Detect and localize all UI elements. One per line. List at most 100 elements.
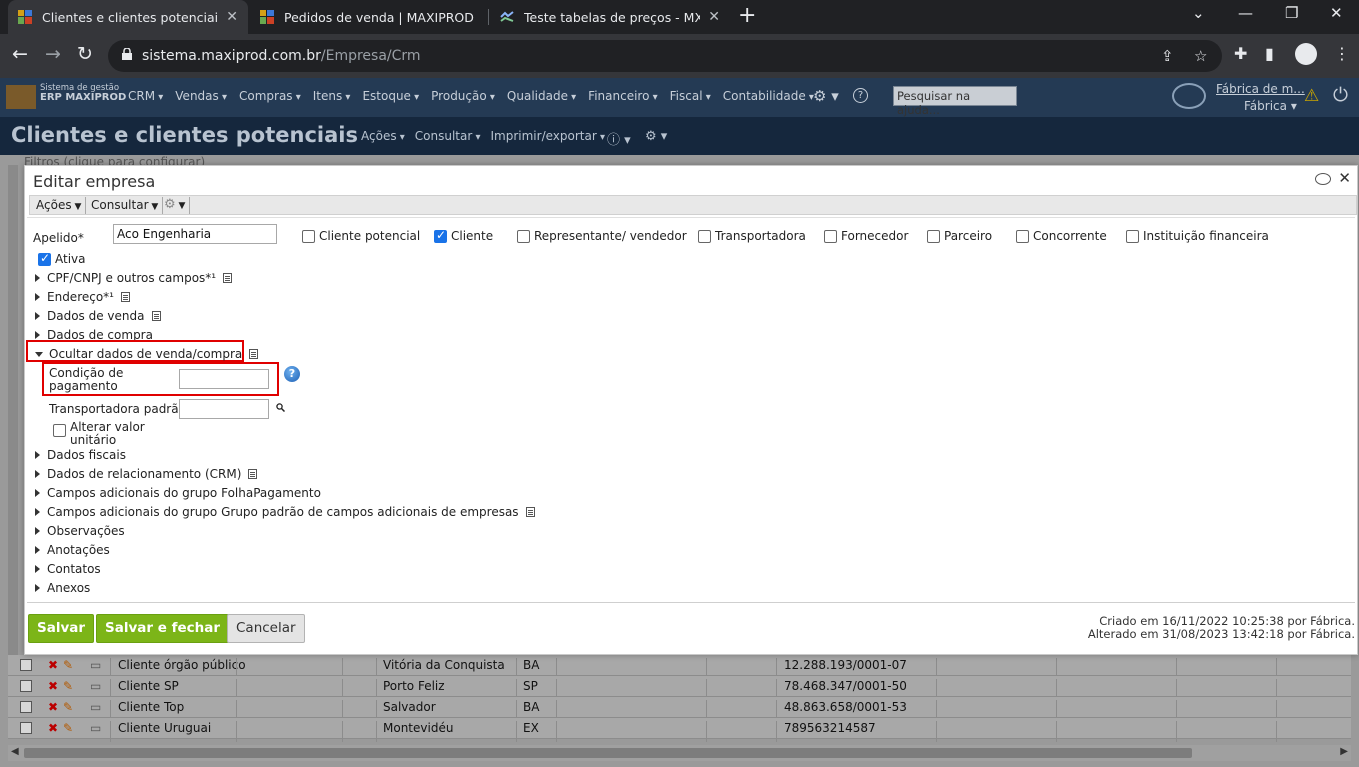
- help-search-input[interactable]: Pesquisar na ajuda...: [893, 86, 1017, 117]
- page-menu-consultar[interactable]: Consultar: [415, 129, 481, 143]
- page-menu-imprimir[interactable]: Imprimir/exportar: [491, 129, 605, 143]
- checkbox-cliente-potencial[interactable]: Cliente potencial: [302, 229, 420, 243]
- section-dados-venda[interactable]: Dados de venda: [35, 309, 161, 323]
- back-icon[interactable]: ←: [12, 43, 28, 65]
- print-icon[interactable]: ▭: [90, 721, 101, 735]
- row-checkbox[interactable]: [20, 680, 32, 692]
- browser-tab-pedidos[interactable]: Pedidos de venda | MAXIPROD: [250, 0, 488, 34]
- search-icon[interactable]: [276, 403, 285, 412]
- logout-power-icon[interactable]: ⏻: [1333, 84, 1348, 106]
- minimize-icon[interactable]: —: [1238, 4, 1253, 22]
- forward-icon[interactable]: →: [45, 43, 61, 65]
- chat-icon[interactable]: [1172, 83, 1206, 109]
- section-campos-grupo-padrao[interactable]: Campos adicionais do grupo Grupo padrão …: [35, 505, 535, 519]
- extensions-icon[interactable]: ✚: [1234, 44, 1247, 63]
- share-icon[interactable]: ⇪: [1161, 47, 1174, 65]
- notes-icon[interactable]: [121, 292, 130, 302]
- scroll-left-icon[interactable]: ◀: [11, 746, 19, 757]
- row-checkbox[interactable]: [20, 701, 32, 713]
- table-row[interactable]: ✖ ✎ ▭ Cliente Top Salvador BA 48.863.658…: [8, 697, 1351, 721]
- checkbox-alterar-valor-unitario[interactable]: Alterar valor unitário: [53, 421, 145, 447]
- menu-financeiro[interactable]: Financeiro: [588, 89, 657, 103]
- page-menu-acoes[interactable]: Ações: [361, 129, 405, 143]
- section-cpf-cnpj[interactable]: CPF/CNPJ e outros campos*¹: [35, 271, 233, 285]
- close-window-icon[interactable]: ✕: [1330, 4, 1343, 22]
- restore-icon[interactable]: ❐: [1285, 4, 1298, 22]
- help-icon[interactable]: ?: [284, 366, 300, 382]
- section-dados-relacionamento[interactable]: Dados de relacionamento (CRM): [35, 467, 258, 481]
- menu-estoque[interactable]: Estoque: [362, 89, 419, 103]
- reload-icon[interactable]: ↻: [77, 43, 93, 65]
- menu-producao[interactable]: Produção: [431, 89, 495, 103]
- print-icon[interactable]: ▭: [90, 679, 101, 693]
- close-tab-icon[interactable]: ✕: [708, 9, 720, 25]
- condicao-pagamento-input[interactable]: [179, 369, 269, 389]
- checkbox-instituicao-financeira[interactable]: Instituição financeira: [1126, 229, 1269, 243]
- comment-icon[interactable]: [1315, 173, 1331, 185]
- edit-pencil-icon[interactable]: ✎: [63, 658, 73, 672]
- settings-gear-icon[interactable]: ⚙ ▾: [813, 87, 839, 105]
- horizontal-scrollbar[interactable]: ◀ ▶: [8, 745, 1351, 761]
- profile-avatar[interactable]: [1295, 43, 1317, 65]
- section-endereco[interactable]: Endereço*¹: [35, 290, 130, 304]
- toolbar-gear-icon[interactable]: ⚙: [160, 197, 191, 214]
- edit-pencil-icon[interactable]: ✎: [63, 700, 73, 714]
- edit-pencil-icon[interactable]: ✎: [63, 679, 73, 693]
- close-tab-icon[interactable]: ✕: [226, 9, 238, 25]
- notes-icon[interactable]: [525, 507, 535, 517]
- checkbox-parceiro[interactable]: Parceiro: [927, 229, 992, 243]
- warning-icon[interactable]: ⚠: [1304, 86, 1319, 106]
- browser-tab-clientes[interactable]: Clientes e clientes potenciais | Ma ✕: [8, 0, 248, 34]
- section-anotacoes[interactable]: Anotações: [35, 543, 110, 557]
- section-dados-fiscais[interactable]: Dados fiscais: [35, 448, 126, 462]
- page-help-icon[interactable]: ⓘ ▾: [607, 129, 631, 148]
- menu-compras[interactable]: Compras: [239, 89, 301, 103]
- checkbox-concorrente[interactable]: Concorrente: [1016, 229, 1107, 243]
- checkbox-ativa[interactable]: Ativa: [38, 251, 86, 266]
- delete-icon[interactable]: ✖: [48, 679, 58, 693]
- table-row[interactable]: ✖ ✎ ▭ Cliente órgão público Vitória da C…: [8, 655, 1351, 679]
- checkbox-cliente[interactable]: Cliente: [434, 228, 493, 243]
- section-contatos[interactable]: Contatos: [35, 562, 101, 576]
- checkbox-fornecedor[interactable]: Fornecedor: [824, 229, 908, 243]
- user-dropdown[interactable]: Fábrica ▾: [1244, 99, 1297, 113]
- checkbox-transportadora[interactable]: Transportadora: [698, 229, 806, 243]
- save-and-close-button[interactable]: Salvar e fechar: [96, 614, 229, 643]
- table-row[interactable]: ✖ ✎ ▭ Cliente Uruguai Montevidéu EX 7895…: [8, 718, 1351, 742]
- delete-icon[interactable]: ✖: [48, 658, 58, 672]
- tab-search-icon[interactable]: ⌄: [1192, 4, 1205, 22]
- notes-icon[interactable]: [223, 273, 233, 283]
- notes-icon[interactable]: [249, 349, 259, 359]
- scrollbar-thumb[interactable]: [24, 748, 1192, 758]
- toolbar-acoes-menu[interactable]: Ações: [32, 197, 87, 214]
- print-icon[interactable]: ▭: [90, 658, 101, 672]
- page-gear-icon[interactable]: ⚙ ▾: [645, 129, 667, 144]
- menu-itens[interactable]: Itens: [313, 89, 351, 103]
- delete-icon[interactable]: ✖: [48, 721, 58, 735]
- menu-qualidade[interactable]: Qualidade: [507, 89, 576, 103]
- row-checkbox[interactable]: [20, 722, 32, 734]
- close-icon[interactable]: ✕: [1338, 169, 1351, 187]
- menu-contabilidade[interactable]: Contabilidade: [723, 89, 814, 103]
- apelido-input[interactable]: [113, 224, 277, 244]
- address-bar[interactable]: sistema.maxiprod.com.br/Empresa/Crm ⇪ ☆: [108, 40, 1222, 72]
- notes-icon[interactable]: [151, 311, 161, 321]
- row-checkbox[interactable]: [20, 659, 32, 671]
- scroll-right-icon[interactable]: ▶: [1340, 746, 1348, 757]
- section-campos-folha[interactable]: Campos adicionais do grupo FolhaPagament…: [35, 486, 321, 500]
- more-menu-icon[interactable]: ⋮: [1334, 44, 1350, 63]
- edit-pencil-icon[interactable]: ✎: [63, 721, 73, 735]
- print-icon[interactable]: ▭: [90, 700, 101, 714]
- section-ocultar-venda-compra[interactable]: Ocultar dados de venda/compra: [35, 347, 259, 361]
- save-button[interactable]: Salvar: [28, 614, 95, 643]
- bookmark-star-icon[interactable]: ☆: [1194, 47, 1207, 65]
- section-anexos[interactable]: Anexos: [35, 581, 90, 595]
- notes-icon[interactable]: [248, 469, 258, 479]
- menu-crm[interactable]: CRM: [128, 89, 163, 103]
- menu-vendas[interactable]: Vendas: [175, 89, 227, 103]
- section-observacoes[interactable]: Observações: [35, 524, 125, 538]
- cancel-button[interactable]: Cancelar: [227, 614, 305, 643]
- company-link[interactable]: Fábrica de m...: [1216, 82, 1305, 96]
- checkbox-representante[interactable]: Representante/ vendedor: [517, 229, 687, 243]
- side-panel-icon[interactable]: ▮: [1265, 44, 1274, 63]
